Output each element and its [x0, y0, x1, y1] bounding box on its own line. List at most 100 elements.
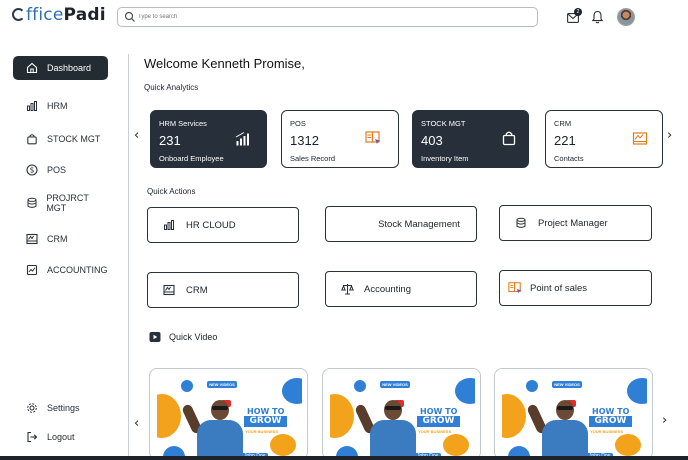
sidebar-item-label: HRM: [47, 101, 68, 111]
card-subtitle: Contacts: [554, 154, 584, 163]
video-headline-2: GROW: [244, 416, 287, 427]
video-card[interactable]: NEW VIDEOS HOW TO GROW YOUR BUSINESS Joh…: [149, 368, 308, 460]
search-box[interactable]: [117, 7, 538, 27]
logo-padi-text: Padi: [63, 5, 106, 25]
card-value: 403: [421, 133, 443, 148]
analytics-card-pos[interactable]: POS 1312 Sales Record: [281, 110, 399, 168]
sidebar-item-dashboard[interactable]: Dashboard: [13, 56, 108, 80]
sidebar-item-label: POS: [47, 165, 67, 175]
video-headline-1: HOW TO: [420, 407, 458, 416]
video-headline-1: HOW TO: [592, 407, 630, 416]
point-of-sales-button[interactable]: Point of sales: [499, 270, 652, 306]
video-headline-3: YOUR BUSINESS: [245, 429, 279, 434]
welcome-heading: Welcome Kenneth Promise,: [144, 56, 305, 71]
crm-action-button[interactable]: CRM: [147, 272, 299, 308]
card-value: 1312: [290, 133, 319, 148]
presenter-figure: [181, 398, 247, 459]
crm-board-icon: [25, 232, 39, 246]
sidebar-item-project-mgt[interactable]: PROJRCT MGT: [13, 191, 108, 215]
pos-receipt-icon: [508, 281, 522, 295]
sidebar-item-label: Dashboard: [47, 63, 92, 73]
logo-o-mark: [12, 8, 25, 21]
bag-icon: [25, 132, 39, 146]
logout-icon: [25, 430, 39, 444]
bell-icon[interactable]: [591, 10, 604, 24]
action-label: CRM: [186, 284, 208, 296]
bag-icon: [502, 131, 516, 146]
settings-label: Settings: [47, 403, 80, 413]
sidebar-item-stock-mgt[interactable]: STOCK MGT: [13, 127, 108, 151]
sidebar-item-label: CRM: [47, 234, 68, 244]
search-input[interactable]: [138, 10, 518, 24]
card-title: POS: [290, 119, 306, 128]
logo[interactable]: fficePadi: [12, 5, 106, 25]
hr-cloud-button[interactable]: HR CLOUD: [147, 207, 299, 243]
settings-button[interactable]: Settings: [13, 396, 108, 420]
video-thumbnail: NEW VIDEOS HOW TO GROW YOUR BUSINESS Joh…: [330, 376, 475, 459]
sidebar-item-crm[interactable]: CRM: [13, 227, 108, 251]
logout-label: Logout: [47, 432, 75, 442]
gear-icon: [25, 401, 39, 415]
dollar-coin-icon: $: [25, 163, 39, 177]
video-icon: [149, 332, 161, 342]
quick-actions-label: Quick Actions: [147, 187, 196, 196]
card-title: STOCK MGT: [421, 119, 466, 128]
presenter-figure: [354, 398, 420, 459]
card-value: 221: [554, 133, 576, 148]
analytics-card-crm[interactable]: CRM 221 Contacts: [545, 110, 663, 168]
card-subtitle: Onboard Employee: [159, 154, 224, 163]
video-thumbnail: NEW VIDEOS HOW TO GROW YOUR BUSINESS Joh…: [157, 376, 302, 459]
svg-text:$: $: [30, 166, 35, 175]
sidebar-item-label: STOCK MGT: [47, 134, 101, 144]
sidebar-divider: [128, 54, 129, 456]
analytics-prev-arrow[interactable]: ‹: [134, 128, 139, 143]
analytics-card-hrm[interactable]: HRM Services 231 Onboard Employee: [150, 110, 267, 168]
sidebar-item-label: PROJRCT MGT: [46, 193, 89, 213]
sidebar-item-label: ACCOUNTING: [47, 265, 108, 275]
avatar[interactable]: [617, 8, 635, 26]
card-title: CRM: [554, 119, 572, 128]
action-label: Stock Management: [378, 218, 460, 230]
video-headline-2: GROW: [589, 416, 632, 427]
card-subtitle: Inventory Item: [421, 154, 469, 163]
presenter-figure: [526, 398, 592, 459]
sidebar-item-pos[interactable]: $ POS: [13, 158, 108, 182]
top-bar: fficePadi 2: [0, 0, 688, 36]
card-title: HRM Services: [159, 119, 207, 128]
video-card[interactable]: NEW VIDEOS HOW TO GROW YOUR BUSINESS Joh…: [322, 368, 481, 460]
crm-board-icon: [632, 132, 648, 145]
video-prev-arrow[interactable]: ‹: [134, 416, 139, 431]
accounting-button[interactable]: Accounting: [325, 271, 477, 307]
database-icon: [514, 216, 528, 230]
mail-count-badge: 2: [574, 8, 582, 16]
sidebar-item-accounting[interactable]: ACCOUNTING: [13, 258, 108, 282]
chart-frame-icon: [25, 263, 39, 277]
video-headline-1: HOW TO: [247, 407, 285, 416]
bar-chart-icon: [162, 218, 176, 232]
logo-office-text: ffice: [26, 5, 64, 25]
video-badge: NEW VIDEOS: [552, 381, 582, 388]
mail-button[interactable]: 2: [567, 8, 582, 23]
crm-board-icon: [162, 283, 176, 297]
action-label: Accounting: [364, 283, 412, 295]
action-label: HR CLOUD: [186, 219, 236, 231]
database-icon: [25, 196, 38, 210]
stock-management-button[interactable]: Stock Management: [325, 206, 477, 242]
video-card[interactable]: NEW VIDEOS HOW TO GROW YOUR BUSINESS Joh…: [494, 368, 653, 460]
analytics-next-arrow[interactable]: ›: [667, 128, 672, 143]
video-badge: NEW VIDEOS: [380, 381, 410, 388]
card-value: 231: [159, 133, 181, 148]
signal-bars-icon: [235, 132, 249, 146]
video-next-arrow[interactable]: ›: [662, 413, 667, 428]
quick-analytics-label: Quick Analytics: [144, 83, 199, 92]
video-headline-2: GROW: [417, 416, 460, 427]
bottom-edge-bar: [0, 456, 688, 460]
video-badge: NEW VIDEOS: [207, 381, 237, 388]
logout-button[interactable]: Logout: [13, 425, 108, 449]
home-icon: [25, 61, 39, 75]
search-icon: [124, 11, 135, 22]
analytics-card-stock[interactable]: STOCK MGT 403 Inventory Item: [412, 110, 529, 168]
sidebar-item-hrm[interactable]: HRM: [13, 94, 108, 118]
project-manager-button[interactable]: Project Manager: [499, 205, 652, 241]
action-label: Point of sales: [530, 282, 588, 294]
